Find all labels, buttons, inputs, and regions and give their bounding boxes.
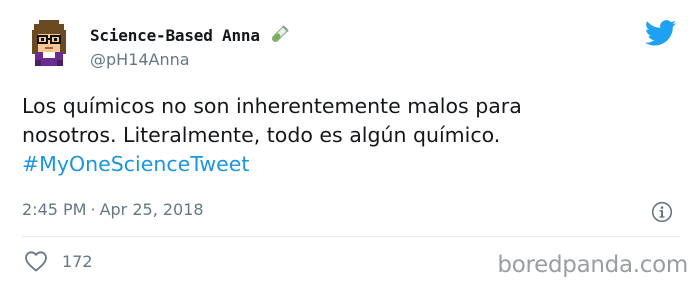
test-tube-icon [271, 25, 289, 43]
tweet-text: Los químicos no son inherentemente malos… [22, 92, 672, 179]
twitter-bird-icon[interactable] [645, 20, 677, 46]
like-count: 172 [62, 251, 93, 271]
avatar[interactable] [22, 16, 76, 70]
tweet-date: Apr 25, 2018 [99, 200, 204, 219]
info-icon[interactable] [651, 201, 673, 223]
handle[interactable]: @pH14Anna [90, 50, 190, 69]
author-row: Science-Based Anna [90, 24, 290, 46]
tweet-text-line: Los químicos no son inherentemente malos… [22, 94, 522, 118]
watermark: boredpanda.com [497, 252, 688, 278]
heart-icon [25, 251, 47, 272]
tweet-text-line: nosotros. Literalmente, todo es algún qu… [22, 123, 501, 147]
display-name[interactable]: Science-Based Anna [90, 26, 260, 45]
like-button[interactable]: 172 [24, 250, 93, 272]
meta-separator: · [90, 200, 96, 219]
divider [22, 236, 680, 237]
timestamp[interactable]: 2:45 PM · Apr 25, 2018 [22, 200, 204, 219]
tweet-time: 2:45 PM [22, 200, 87, 219]
hashtag-link[interactable]: #MyOneScienceTweet [22, 150, 672, 179]
